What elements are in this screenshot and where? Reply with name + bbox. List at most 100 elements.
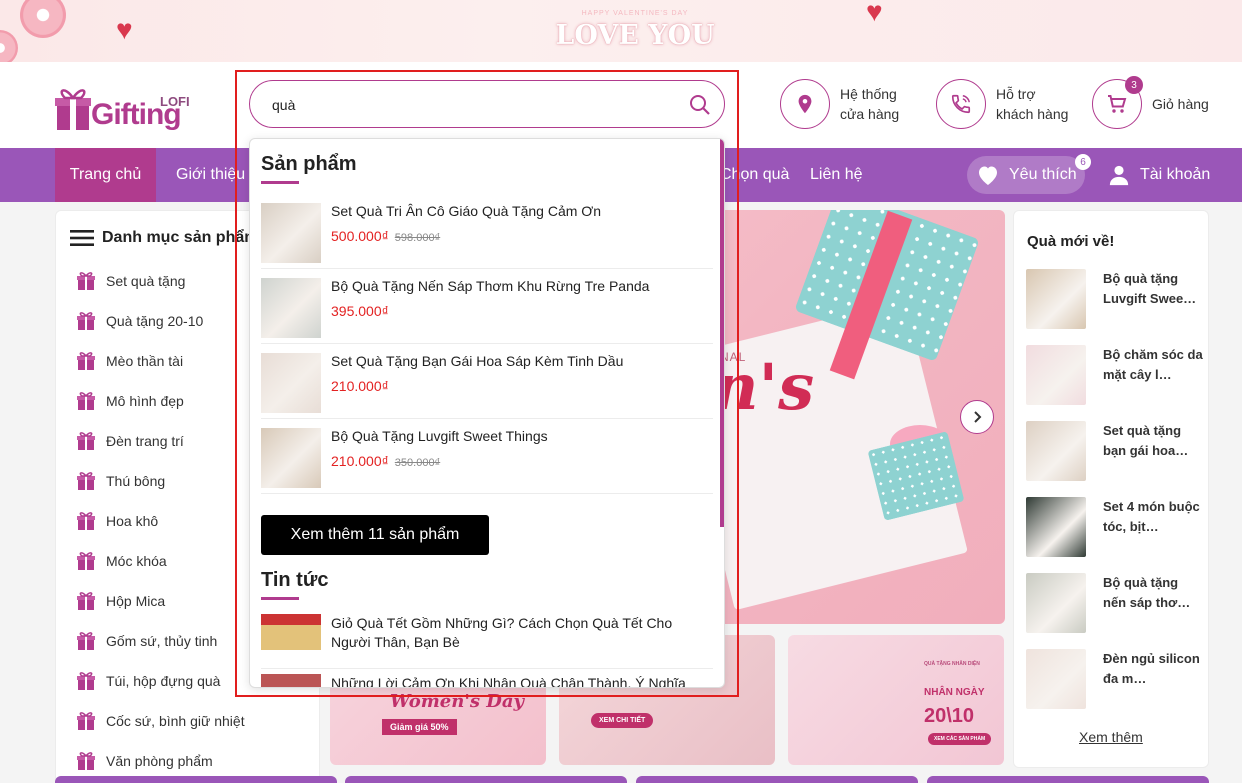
news-suggestion[interactable]: Giỏ Quà Tết Gồm Những Gì? Cách Chọn Quà …	[261, 614, 713, 669]
product-name: Set Quà Tri Ân Cô Giáo Quà Tặng Cảm Ơn	[331, 203, 602, 219]
product-price: 210.000₫	[331, 378, 389, 394]
heart-icon: ♥	[116, 14, 133, 45]
chevron-right-icon	[974, 411, 982, 423]
heart-icon	[979, 166, 997, 185]
news-heading: Tin tức	[261, 569, 329, 591]
news-thumbnail	[261, 674, 321, 687]
account-label: Tài khoản	[1140, 166, 1211, 183]
gift-icon	[77, 672, 95, 690]
new-arrival-item[interactable]: Bộ quà tặng Luvgift Swee…	[1026, 269, 1206, 331]
new-arrival-item[interactable]: Bộ quà tặng nến sáp thơ…	[1026, 573, 1206, 635]
account-button[interactable]: Tài khoản	[1108, 148, 1210, 202]
sidebar-category-item[interactable]: Văn phòng phẩm	[76, 749, 213, 773]
promo-big-text: 20\10	[924, 705, 975, 727]
new-arrivals-title: Quà mới về!	[1027, 233, 1115, 250]
nav-choose-gift[interactable]: Chọn quà	[720, 148, 789, 202]
promo-detail-button[interactable]: XEM CHI TIẾT	[591, 713, 654, 728]
store-system-button[interactable]: Hệ thống cửa hàng	[780, 78, 899, 130]
search-input[interactable]	[272, 93, 672, 117]
sidebar-category-item[interactable]: Túi, hộp đựng quà	[76, 669, 220, 693]
category-strip[interactable]	[55, 776, 337, 783]
new-arrivals-panel: Quà mới về! Bộ quà tặng Luvgift Swee… Bộ …	[1013, 210, 1209, 768]
new-arrival-thumbnail	[1026, 269, 1086, 329]
news-suggestion[interactable]: Những Lời Cảm Ơn Khi Nhận Quà Chân Thành…	[261, 674, 713, 688]
news-title: Giỏ Quà Tết Gồm Những Gì? Cách Chọn Quà …	[331, 615, 673, 650]
banner-subtitle: HAPPY VALENTINE'S DAY	[581, 10, 689, 17]
product-price-row: 500.000₫ 598.000₫	[331, 228, 440, 244]
product-thumbnail	[261, 353, 321, 413]
news-title: Những Lời Cảm Ơn Khi Nhận Quà Chân Thành…	[331, 675, 686, 688]
search-suggestions: Sản phẩm Set Quà Tri Ân Cô Giáo Quà Tặng…	[249, 138, 725, 688]
category-label: Văn phòng phẩm	[106, 753, 213, 769]
support-label-line2: khách hàng	[996, 106, 1069, 122]
store-label-line2: cửa hàng	[840, 106, 900, 122]
nav-contact[interactable]: Liên hệ	[810, 148, 863, 202]
product-suggestion[interactable]: Bộ Quà Tặng Luvgift Sweet Things 210.000₫…	[261, 419, 713, 494]
promo-small-text: QUÀ TẶNG NHÂN DIỆN	[924, 661, 980, 667]
category-label: Thú bông	[106, 473, 166, 489]
next-slide-button[interactable]	[960, 400, 994, 434]
gift-icon	[77, 272, 95, 290]
product-price: 500.000₫	[331, 228, 389, 244]
dropdown-scrollbar[interactable]	[720, 139, 724, 527]
gift-icon	[77, 632, 95, 650]
new-arrival-item[interactable]: Bộ chăm sóc da mặt cây l…	[1026, 345, 1206, 407]
category-strip[interactable]	[927, 776, 1209, 783]
new-arrival-item[interactable]: Set 4 món buộc tóc, bịt…	[1026, 497, 1206, 559]
gift-icon	[77, 392, 95, 410]
category-title-label: Danh mục sản phẩm	[102, 229, 259, 246]
sidebar-category-item[interactable]: Cốc sứ, bình giữ nhiệt	[76, 709, 245, 733]
news-thumbnail	[261, 614, 321, 650]
sidebar-category-item[interactable]: Móc khóa	[76, 549, 167, 573]
sidebar-category-item[interactable]: Mô hình đẹp	[76, 389, 184, 413]
new-arrival-thumbnail	[1026, 421, 1086, 481]
product-price-row: 210.000₫	[331, 378, 389, 394]
heart-icon: ♥	[866, 0, 883, 27]
promo-products-button[interactable]: XEM CÁC SẢN PHẨM	[928, 733, 992, 745]
promo-discount: Giảm giá 50%	[382, 719, 457, 735]
gift-icon	[77, 432, 95, 450]
nav-about[interactable]: Giới thiệu	[176, 148, 245, 202]
new-arrival-thumbnail	[1026, 573, 1086, 633]
search-icon[interactable]	[688, 93, 712, 117]
sidebar-category-item[interactable]: Thú bông	[76, 469, 165, 493]
sidebar-category-item[interactable]: Gốm sứ, thủy tinh	[76, 629, 217, 653]
new-arrival-item[interactable]: Đèn ngủ silicon đa m…	[1026, 649, 1206, 711]
see-more-products-button[interactable]: Xem thêm 11 sản phẩm	[261, 515, 489, 555]
promo-20-10[interactable]: QUÀ TẶNG NHÂN DIỆN NHÂN NGÀY 20\10 XEM C…	[788, 635, 1004, 765]
search-box[interactable]	[249, 80, 725, 128]
sidebar-category-item[interactable]: Đèn trang trí	[76, 429, 184, 453]
sidebar-category-item[interactable]: Hoa khô	[76, 509, 158, 533]
cart-button[interactable]: 3 Giỏ hàng	[1092, 76, 1209, 130]
product-suggestion[interactable]: Set Quà Tặng Bạn Gái Hoa Sáp Kèm Tinh Dầ…	[261, 344, 713, 419]
sidebar-category-item[interactable]: Quà tặng 20-10	[76, 309, 203, 333]
banner-title: LOVE YOU	[555, 20, 715, 51]
support-button[interactable]: Hỗ trợ khách hàng	[936, 78, 1068, 130]
store-label-line1: Hệ thống	[840, 86, 897, 102]
logo[interactable]: LOFI Gifting	[55, 76, 195, 134]
flower-decoration	[0, 30, 18, 62]
new-arrivals-more-link[interactable]: Xem thêm	[1079, 729, 1143, 745]
sidebar-category-item[interactable]: Hộp Mica	[76, 589, 165, 613]
category-label: Gốm sứ, thủy tinh	[106, 633, 218, 649]
category-label: Túi, hộp đựng quà	[106, 673, 221, 689]
category-label: Set quà tặng	[106, 273, 186, 289]
new-arrival-name: Đèn ngủ silicon đa m…	[1103, 651, 1200, 686]
product-suggestion[interactable]: Set Quà Tri Ân Cô Giáo Quà Tặng Cảm Ơn 50…	[261, 194, 713, 269]
category-strip[interactable]	[636, 776, 918, 783]
category-label: Hộp Mica	[106, 593, 166, 609]
category-label: Hoa khô	[106, 513, 159, 529]
top-banner[interactable]: ♥ ♥ HAPPY VALENTINE'S DAY LOVE YOU	[0, 0, 1242, 62]
sidebar-category-item[interactable]: Mèo thần tài	[76, 349, 183, 373]
nav-home[interactable]: Trang chủ	[55, 148, 156, 202]
favorite-button[interactable]: Yêu thích	[967, 156, 1085, 194]
product-suggestion[interactable]: Bộ Quà Tặng Nến Sáp Thơm Khu Rừng Tre Pa…	[261, 269, 713, 344]
new-arrival-item[interactable]: Set quà tặng bạn gái hoa…	[1026, 421, 1206, 483]
category-label: Mèo thần tài	[106, 353, 184, 369]
cart-label: Giỏ hàng	[1152, 96, 1209, 112]
sidebar-category-item[interactable]: Set quà tặng	[76, 269, 185, 293]
gift-icon	[77, 592, 95, 610]
category-title[interactable]: Danh mục sản phẩm	[70, 229, 258, 247]
category-strip[interactable]	[345, 776, 627, 783]
product-name: Bộ Quà Tặng Nến Sáp Thơm Khu Rừng Tre Pa…	[331, 278, 650, 294]
